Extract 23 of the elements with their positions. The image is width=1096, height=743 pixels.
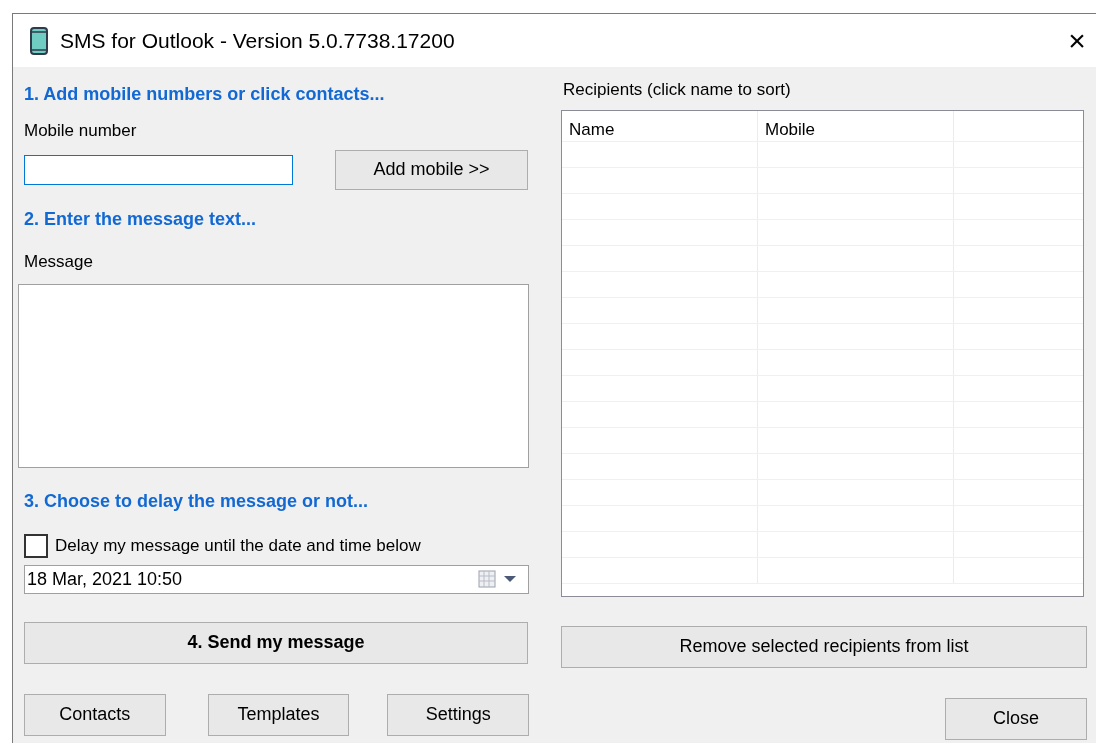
footer-button[interactable]: Settings: [387, 693, 529, 736]
send-message-button[interactable]: 4. Send my message: [24, 621, 528, 664]
column-header[interactable]: Mobile: [758, 110, 954, 141]
step-heading: 2. Enter the message text...: [24, 207, 258, 231]
step-heading: 3. Choose to delay the message or not...: [24, 490, 370, 513]
recipients-label: Recipients (click name to sort): [563, 79, 792, 101]
footer-button[interactable]: Templates: [207, 693, 350, 736]
remove-recipients-button[interactable]: Remove selected recipients from list: [561, 625, 1087, 668]
phone-icon: [30, 26, 48, 55]
field-label: Mobile number: [24, 120, 138, 142]
field-label: Message: [24, 250, 94, 273]
footer-button[interactable]: Contacts: [24, 693, 166, 736]
column-header[interactable]: Name: [562, 110, 758, 141]
message-input[interactable]: [18, 284, 529, 468]
delay-checkbox[interactable]: [24, 533, 48, 558]
close-button[interactable]: ×: [1062, 25, 1092, 56]
close-dialog-button[interactable]: Close: [945, 697, 1087, 740]
step-heading: 1. Add mobile numbers or click contacts...: [24, 83, 386, 106]
window-title: SMS for Outlook - Version 5.0.7738.17200: [60, 27, 455, 54]
mobile-number-input[interactable]: [24, 154, 293, 185]
checkbox-label: Delay my message until the date and time below: [55, 535, 421, 557]
date-time-picker[interactable]: 18 Mar, 2021 10:50: [24, 564, 529, 594]
add-mobile-button[interactable]: Add mobile >>: [335, 149, 528, 190]
